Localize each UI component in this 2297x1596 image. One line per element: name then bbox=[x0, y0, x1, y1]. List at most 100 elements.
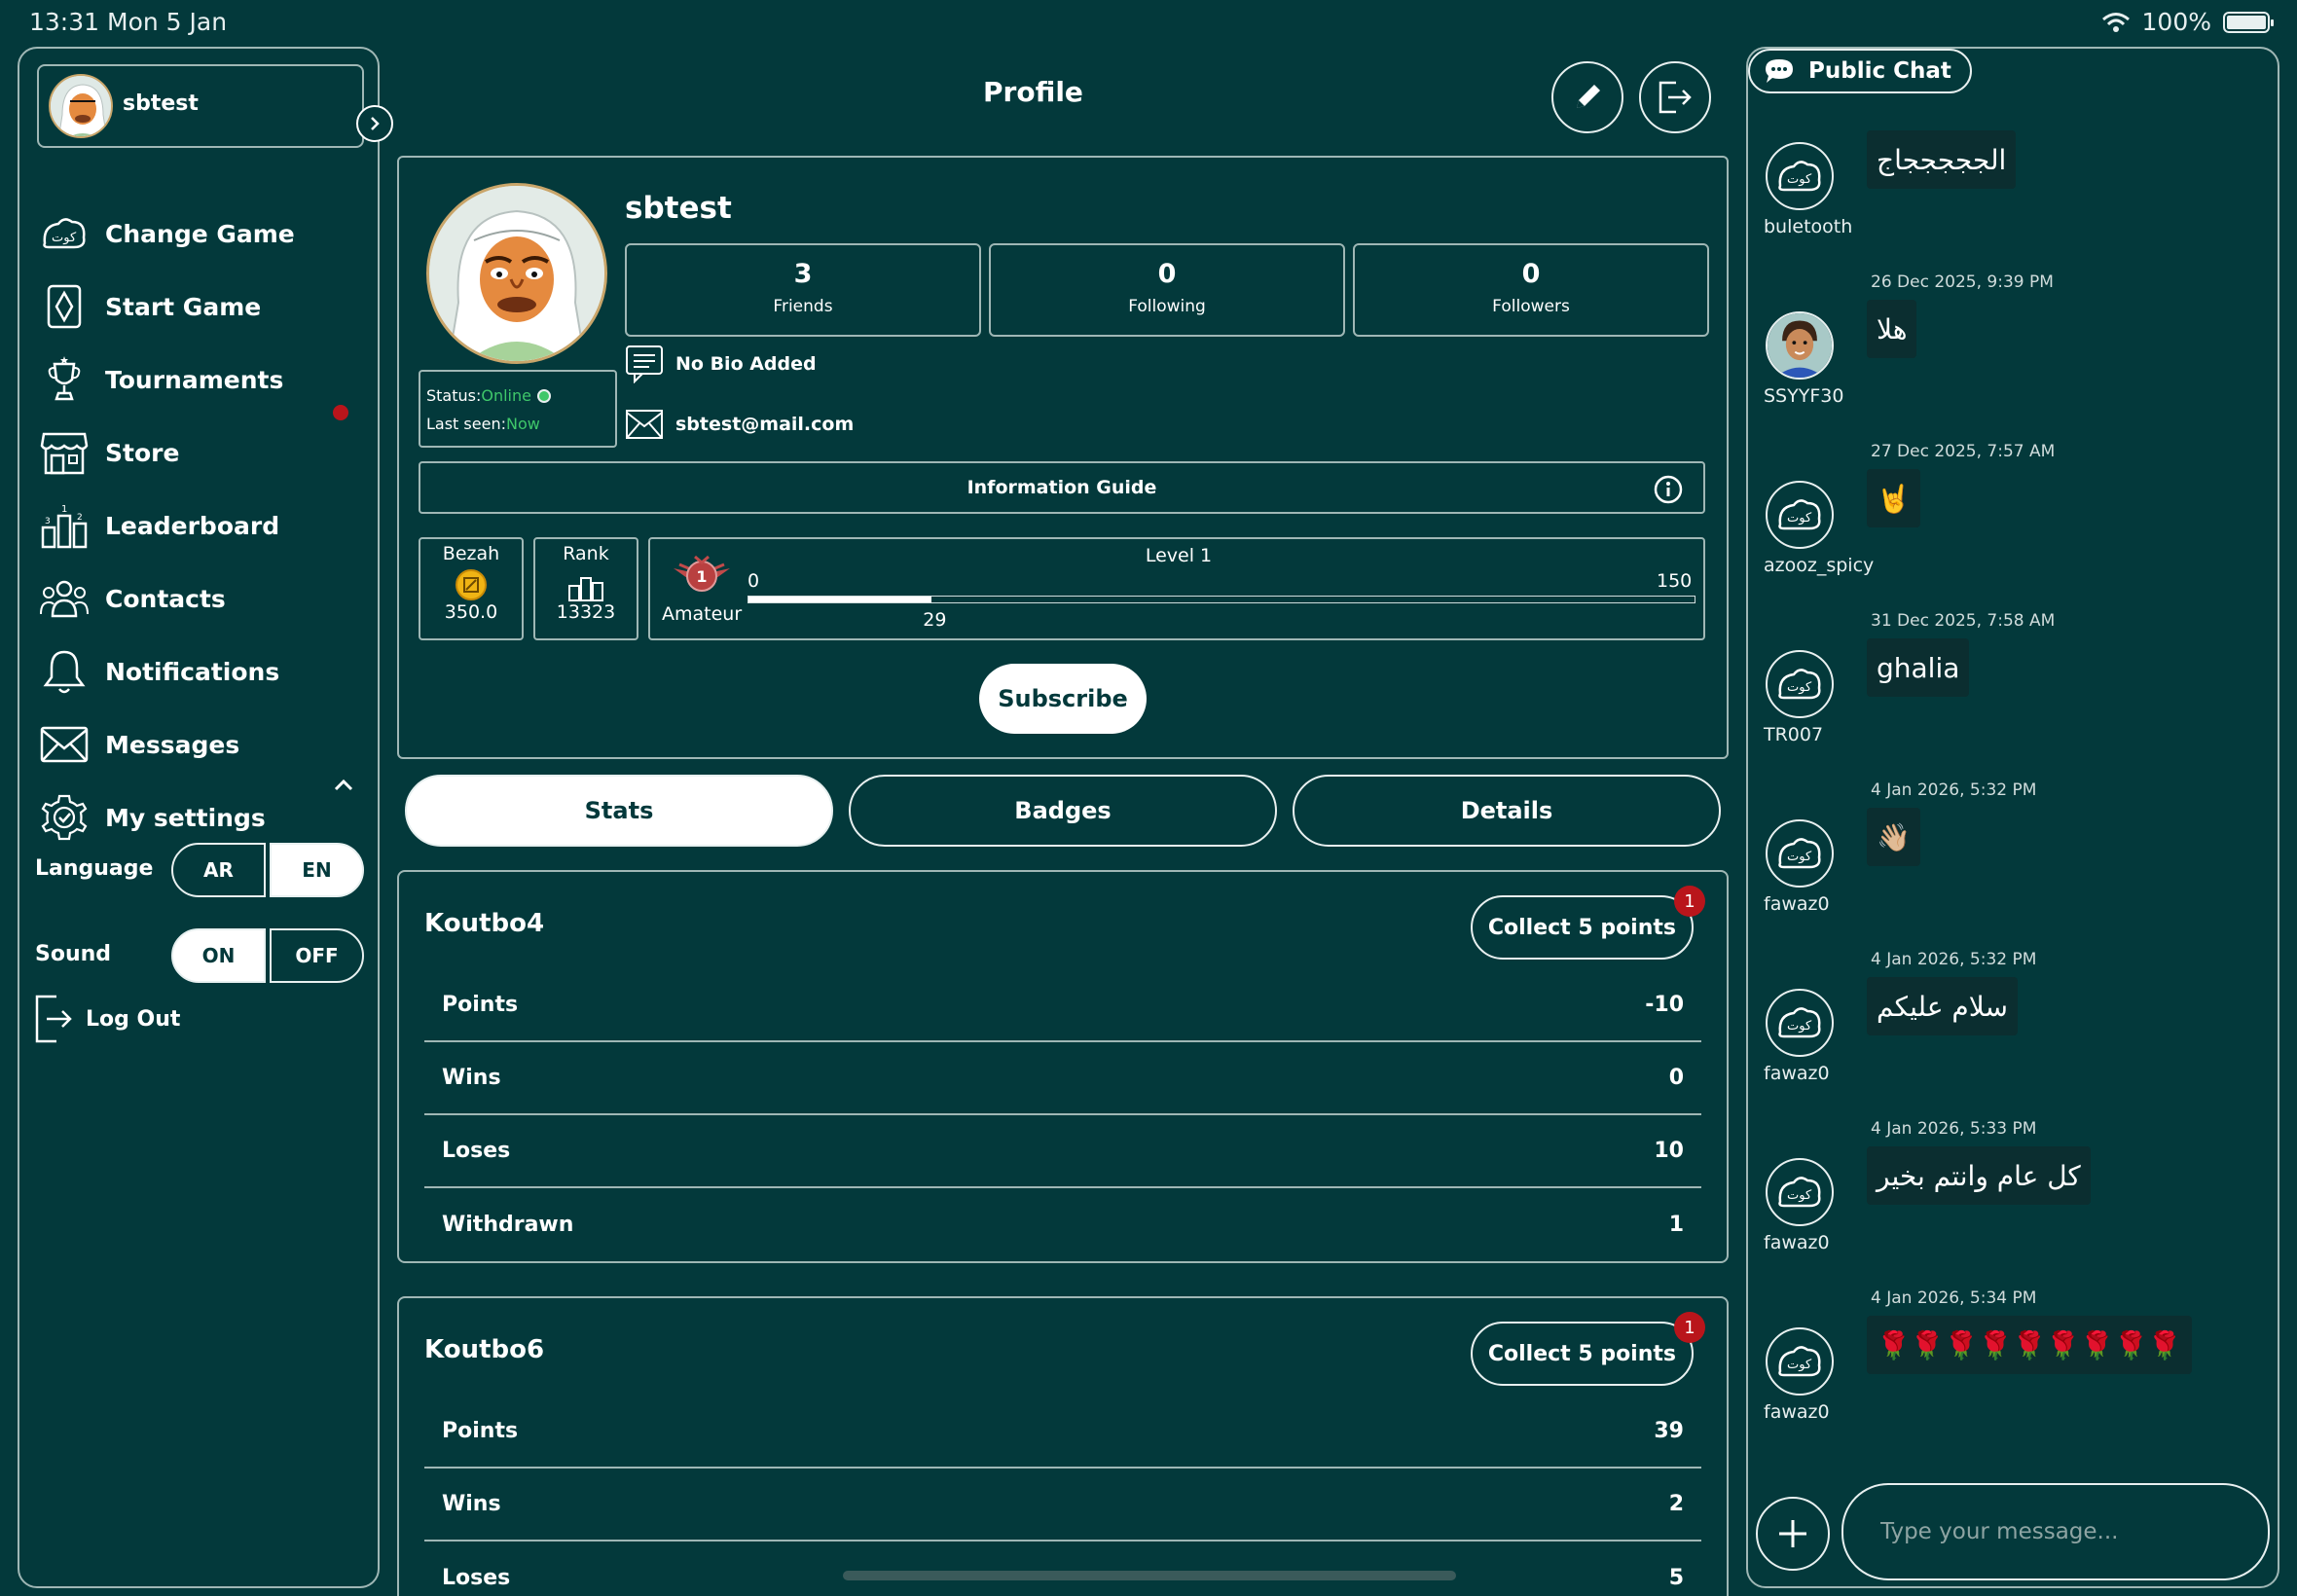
level-title: Level 1 bbox=[1145, 545, 1213, 566]
koutbo-logo-icon[interactable]: كوت bbox=[1766, 650, 1834, 718]
collect-badge: 1 bbox=[1674, 886, 1705, 917]
chat-message[interactable]: 27 Dec 2025, 7:57 AM كوت azooz_spicy 🤘 bbox=[1748, 442, 2278, 611]
svg-text:كوت: كوت bbox=[52, 231, 77, 245]
sound-option-on[interactable]: ON bbox=[171, 928, 266, 983]
friends-stat[interactable]: 3 Friends bbox=[625, 243, 981, 337]
game-stats-card: Koutbo4 Collect 5 points 1 Points -10 Win… bbox=[397, 870, 1729, 1263]
sidebar: sbtest كوت Change Game Start Game Tourna… bbox=[18, 47, 393, 1588]
koutbo-logo-icon[interactable]: كوت bbox=[1766, 1158, 1834, 1226]
stat-row-points: Points 39 bbox=[424, 1396, 1701, 1469]
user-avatar[interactable] bbox=[1766, 311, 1834, 380]
subscribe-button[interactable]: Subscribe bbox=[979, 664, 1147, 734]
stat-value: 39 bbox=[1654, 1419, 1684, 1443]
svg-text:كوت: كوت bbox=[1787, 680, 1812, 695]
email-row: sbtest@mail.com bbox=[625, 409, 854, 440]
nav-leaderboard[interactable]: 1 3 2 Leaderboard bbox=[39, 498, 370, 553]
message-bubble: الجججججاج bbox=[1867, 130, 2017, 189]
battery-percent: 100% bbox=[2141, 8, 2211, 36]
nav-contacts[interactable]: Contacts bbox=[39, 571, 370, 626]
chevron-up-icon[interactable] bbox=[333, 779, 354, 792]
chat-message[interactable]: 4 Jan 2026, 5:34 PM كوت fawaz0 🌹🌹🌹🌹🌹🌹🌹🌹🌹 bbox=[1748, 1288, 2278, 1458]
logout-button[interactable]: Log Out bbox=[33, 993, 180, 1045]
message-username[interactable]: fawaz0 bbox=[1764, 1401, 1830, 1423]
collect-points-button[interactable]: Collect 5 points bbox=[1470, 895, 1694, 960]
message-username[interactable]: buletooth bbox=[1764, 216, 1852, 237]
leaderboard-icon bbox=[535, 568, 637, 601]
online-dot bbox=[536, 389, 551, 403]
status-indicators: 100% bbox=[2101, 8, 2274, 36]
chat-message-list[interactable]: كوت buletooth الجججججاج 26 Dec 2025, 9:39 P… bbox=[1748, 49, 2278, 1469]
message-username[interactable]: fawaz0 bbox=[1764, 1063, 1830, 1084]
user-card[interactable]: sbtest bbox=[37, 64, 393, 148]
nav-notifications[interactable]: Notifications bbox=[39, 644, 370, 699]
logout-header-button[interactable] bbox=[1639, 61, 1711, 133]
chat-message-input[interactable] bbox=[1841, 1483, 2270, 1580]
status-time: 13:31 Mon 5 Jan bbox=[29, 8, 228, 36]
chat-message[interactable]: 4 Jan 2026, 5:33 PM كوت fawaz0 كل عام وانتم… bbox=[1748, 1119, 2278, 1288]
status-value: Online bbox=[481, 386, 531, 405]
tab-stats[interactable]: Stats bbox=[405, 775, 833, 847]
sound-option-off[interactable]: OFF bbox=[270, 928, 364, 983]
nav-my-settings[interactable]: My settings bbox=[39, 790, 370, 845]
expand-profile-button[interactable] bbox=[356, 105, 393, 142]
message-timestamp: 4 Jan 2026, 5:33 PM bbox=[1871, 1119, 2037, 1139]
public-chat-title: Public Chat bbox=[1808, 58, 1951, 84]
rank-label: Rank bbox=[563, 543, 609, 564]
chat-message[interactable]: 26 Dec 2025, 9:39 PM SSYYF30 هلا bbox=[1748, 272, 2278, 442]
koutbo-logo-icon[interactable]: كوت bbox=[1766, 481, 1834, 549]
chevron-right-icon bbox=[371, 117, 380, 130]
pencil-icon bbox=[1577, 85, 1600, 108]
svg-text:كوت: كوت bbox=[1787, 1188, 1812, 1203]
collect-points-button[interactable]: Collect 5 points bbox=[1470, 1322, 1694, 1386]
message-timestamp: 31 Dec 2025, 7:58 AM bbox=[1871, 611, 2056, 631]
koutbo-logo-icon[interactable]: كوت bbox=[1766, 819, 1834, 888]
koutbo-logo-icon[interactable]: كوت bbox=[1766, 1327, 1834, 1396]
level-max: 150 bbox=[1657, 570, 1693, 592]
nav-start-game[interactable]: Start Game bbox=[39, 279, 370, 334]
contacts-icon bbox=[39, 573, 90, 624]
tab-badges[interactable]: Badges bbox=[849, 775, 1277, 847]
nav-messages[interactable]: Messages bbox=[39, 717, 370, 772]
koutbo-logo-icon[interactable]: كوت bbox=[1766, 142, 1834, 210]
koutbo-logo-icon[interactable]: كوت bbox=[1766, 989, 1834, 1057]
message-bubble: 🌹🌹🌹🌹🌹🌹🌹🌹🌹 bbox=[1867, 1316, 2192, 1374]
profile-avatar bbox=[426, 183, 607, 364]
message-username[interactable]: fawaz0 bbox=[1764, 893, 1830, 915]
information-guide-button[interactable]: Information Guide bbox=[419, 461, 1705, 514]
bio-row: No Bio Added bbox=[625, 345, 817, 383]
chat-message[interactable]: 4 Jan 2026, 5:32 PM كوت fawaz0 سلام عليكم bbox=[1748, 950, 2278, 1119]
tab-details[interactable]: Details bbox=[1293, 775, 1721, 847]
public-chat-tab[interactable]: Public Chat bbox=[1748, 49, 1972, 93]
message-username[interactable]: SSYYF30 bbox=[1764, 385, 1843, 407]
following-stat[interactable]: 0 Following bbox=[989, 243, 1345, 337]
stat-row-points: Points -10 bbox=[424, 969, 1701, 1042]
svg-text:كوت: كوت bbox=[1787, 1019, 1812, 1034]
message-username[interactable]: TR007 bbox=[1764, 724, 1823, 745]
profile-name: sbtest bbox=[625, 191, 732, 226]
nav-label: Messages bbox=[105, 730, 240, 759]
followers-stat[interactable]: 0 Followers bbox=[1353, 243, 1709, 337]
page-title: Profile bbox=[983, 76, 1083, 108]
message-bubble: ghalia bbox=[1867, 638, 1970, 697]
user-avatar bbox=[49, 74, 113, 138]
chat-add-button[interactable] bbox=[1756, 1497, 1830, 1571]
language-option-en[interactable]: EN bbox=[270, 843, 364, 897]
level-badge-icon: 1 bbox=[672, 551, 732, 598]
message-username[interactable]: azooz_spicy bbox=[1764, 555, 1874, 576]
nav-change-game[interactable]: كوت Change Game bbox=[39, 206, 370, 261]
nav-tournaments[interactable]: Tournaments bbox=[39, 352, 370, 407]
edit-profile-button[interactable] bbox=[1551, 61, 1623, 133]
nav-store[interactable]: Store bbox=[39, 425, 370, 480]
chat-message[interactable]: كوت buletooth الجججججاج bbox=[1748, 103, 2278, 272]
language-option-ar[interactable]: AR bbox=[171, 843, 266, 897]
sound-label: Sound bbox=[35, 942, 112, 966]
level-current: 29 bbox=[923, 609, 947, 631]
level-badge-number: 1 bbox=[696, 567, 707, 586]
nav-label: Leaderboard bbox=[105, 511, 280, 540]
message-username[interactable]: fawaz0 bbox=[1764, 1232, 1830, 1253]
chat-message[interactable]: 31 Dec 2025, 7:58 AM كوت TR007 ghalia bbox=[1748, 611, 2278, 780]
home-indicator[interactable] bbox=[843, 1571, 1456, 1580]
game-stats-card: Koutbo6 Collect 5 points 1 Points 39 Wins… bbox=[397, 1296, 1729, 1596]
chat-message[interactable]: 4 Jan 2026, 5:32 PM كوت fawaz0 👋🏼 bbox=[1748, 780, 2278, 950]
logout-icon bbox=[33, 993, 72, 1045]
